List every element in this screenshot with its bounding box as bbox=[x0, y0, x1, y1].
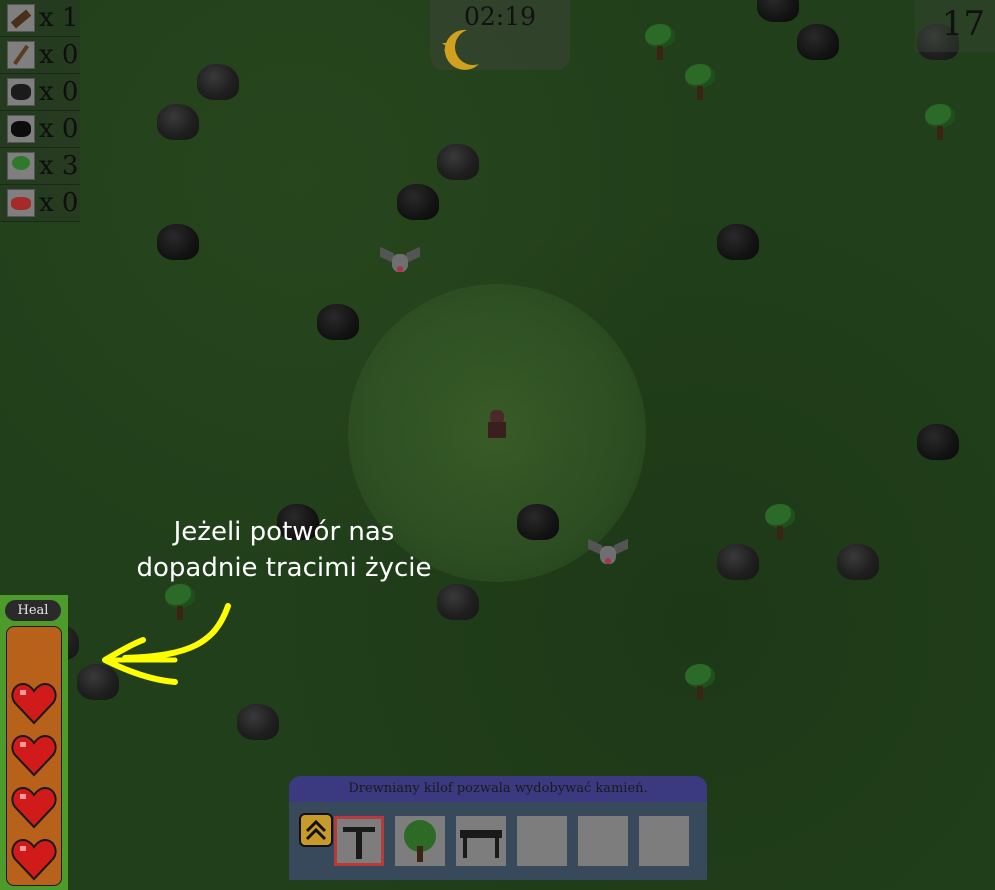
toolbar-slot-empty[interactable] bbox=[578, 816, 628, 866]
resource-stick: x 0 bbox=[0, 37, 80, 74]
rock[interactable] bbox=[517, 504, 559, 540]
bat-monster[interactable] bbox=[588, 538, 628, 570]
score-display: 17 bbox=[915, 0, 995, 52]
rock[interactable] bbox=[757, 0, 799, 22]
tree[interactable] bbox=[683, 664, 717, 702]
workbench-icon bbox=[460, 830, 502, 858]
heart-icon bbox=[11, 682, 57, 725]
toolbar-slot-workbench[interactable] bbox=[456, 816, 506, 866]
toolbar-slot-empty[interactable] bbox=[639, 816, 689, 866]
rock[interactable] bbox=[397, 184, 439, 220]
annotation-line: Jeżeli potwór nas bbox=[173, 517, 395, 547]
chevron-up-icon bbox=[305, 819, 327, 841]
rock[interactable] bbox=[157, 104, 199, 140]
heart-icon bbox=[11, 786, 57, 829]
toolbar-slot-empty[interactable] bbox=[517, 816, 567, 866]
resource-count: x 1 bbox=[39, 3, 79, 33]
resource-count: x 3 bbox=[39, 151, 79, 181]
tree[interactable] bbox=[683, 64, 717, 102]
tree[interactable] bbox=[643, 24, 677, 62]
rock[interactable] bbox=[837, 544, 879, 580]
resource-sapling: x 3 bbox=[0, 148, 80, 185]
bat-monster[interactable] bbox=[380, 246, 420, 278]
resource-count: x 0 bbox=[39, 114, 79, 144]
resource-count: x 0 bbox=[39, 77, 79, 107]
tool-description: Drewniany kilof pozwala wydobywać kamień… bbox=[289, 776, 707, 802]
meat-icon bbox=[7, 189, 35, 217]
toolbar-slot-pickaxe[interactable] bbox=[334, 816, 384, 866]
rock[interactable] bbox=[437, 584, 479, 620]
rock[interactable] bbox=[717, 224, 759, 260]
player-character bbox=[486, 410, 508, 442]
sapling-icon bbox=[7, 152, 35, 180]
resource-count: x 0 bbox=[39, 40, 79, 70]
annotation-text: Jeżeli potwór nas dopadnie tracimi życie bbox=[104, 514, 464, 586]
pickaxe-icon bbox=[343, 827, 375, 859]
annotation-arrow bbox=[102, 603, 231, 685]
stick-icon bbox=[7, 41, 35, 69]
health-panel: Heal bbox=[0, 595, 68, 890]
crafting-toolbar: Drewniany kilof pozwala wydobywać kamień… bbox=[289, 776, 707, 880]
rock[interactable] bbox=[797, 24, 839, 60]
resource-log: x 1 bbox=[0, 0, 80, 37]
rock[interactable] bbox=[157, 224, 199, 260]
heal-button[interactable]: Heal bbox=[5, 600, 61, 621]
moon-icon bbox=[442, 29, 479, 70]
resource-meat: x 0 bbox=[0, 185, 80, 222]
rock[interactable] bbox=[917, 424, 959, 460]
rock[interactable] bbox=[717, 544, 759, 580]
annotation-line: dopadnie tracimi życie bbox=[136, 553, 432, 583]
hearts-container bbox=[6, 626, 62, 886]
game-world[interactable] bbox=[0, 0, 995, 890]
coal-icon bbox=[7, 115, 35, 143]
resource-count: x 0 bbox=[39, 188, 79, 218]
rock[interactable] bbox=[437, 144, 479, 180]
rock[interactable] bbox=[197, 64, 239, 100]
rock[interactable] bbox=[317, 304, 359, 340]
tree-icon bbox=[404, 820, 436, 862]
heart-icon bbox=[11, 734, 57, 777]
heart-icon bbox=[11, 838, 57, 881]
tree[interactable] bbox=[923, 104, 957, 142]
upgrade-button[interactable] bbox=[299, 813, 333, 847]
resource-stone: x 0 bbox=[0, 74, 80, 111]
resource-coal: x 0 bbox=[0, 111, 80, 148]
score-value: 17 bbox=[941, 4, 985, 44]
resource-inventory: x 1 x 0 x 0 x 0 x 3 x 0 bbox=[0, 0, 80, 222]
log-icon bbox=[7, 4, 35, 32]
tree[interactable] bbox=[763, 504, 797, 542]
rock[interactable] bbox=[237, 704, 279, 740]
stone-icon bbox=[7, 78, 35, 106]
toolbar-slot-tree[interactable] bbox=[395, 816, 445, 866]
